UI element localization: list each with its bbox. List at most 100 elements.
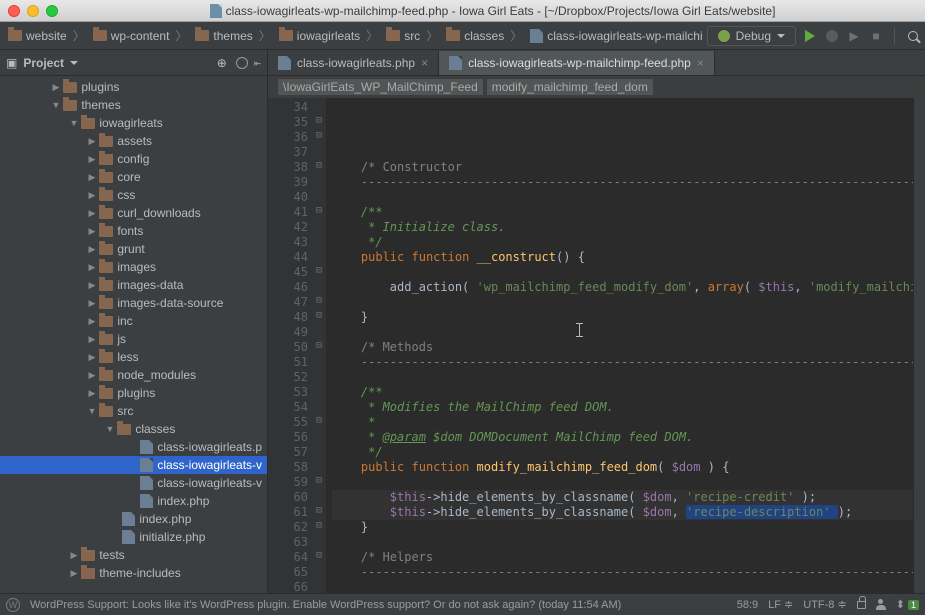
tree-file[interactable]: initialize.php xyxy=(0,528,267,546)
zoom-window-button[interactable] xyxy=(46,5,58,17)
breadcrumb-item[interactable]: src〉 xyxy=(382,25,442,46)
line-number[interactable]: 36 xyxy=(268,130,308,145)
code-line[interactable] xyxy=(332,325,913,340)
fold-column[interactable]: ⊟⊟⊟⊟⊟⊟⊟⊟⊟⊟⊟⊟⊟ xyxy=(312,98,326,593)
line-number[interactable]: 37 xyxy=(268,145,308,160)
stop-button[interactable]: ■ xyxy=(868,28,884,44)
wordpress-icon[interactable]: W xyxy=(6,598,20,612)
code-line[interactable]: public function __construct() { xyxy=(332,250,913,265)
tree-folder[interactable]: ▶ config xyxy=(0,150,267,168)
fold-toggle[interactable]: ⊟ xyxy=(312,293,326,308)
line-number[interactable]: 43 xyxy=(268,235,308,250)
fold-toggle[interactable]: ⊟ xyxy=(312,503,326,518)
line-number-gutter[interactable]: 3435363738394041424344454647484950515253… xyxy=(268,98,312,593)
tree-folder[interactable]: ▶ images xyxy=(0,258,267,276)
search-everywhere-button[interactable] xyxy=(905,28,921,44)
tree-folder[interactable]: ▶ curl_downloads xyxy=(0,204,267,222)
tree-folder[interactable]: ▶ plugins xyxy=(0,384,267,402)
tree-folder[interactable]: ▼ classes xyxy=(0,420,267,438)
close-icon[interactable]: × xyxy=(421,56,428,70)
tree-file[interactable]: index.php xyxy=(0,492,267,510)
code-line[interactable]: * @param $dom DOMDocument MailChimp feed… xyxy=(332,430,913,445)
tree-file[interactable]: class-iowagirleats-v xyxy=(0,456,267,474)
line-number[interactable]: 41 xyxy=(268,205,308,220)
line-number[interactable]: 57 xyxy=(268,445,308,460)
tree-arrow[interactable]: ▼ xyxy=(86,406,98,416)
line-number[interactable]: 54 xyxy=(268,400,308,415)
tree-arrow[interactable]: ▶ xyxy=(86,262,98,273)
code-line[interactable]: ----------------------------------------… xyxy=(332,565,913,580)
line-number[interactable]: 49 xyxy=(268,325,308,340)
code-line[interactable] xyxy=(332,370,913,385)
tree-arrow[interactable]: ▶ xyxy=(86,226,98,237)
tree-file[interactable]: index.php xyxy=(0,510,267,528)
debug-button[interactable] xyxy=(824,28,840,44)
tree-file[interactable]: class-iowagirleats-v xyxy=(0,474,267,492)
fold-toggle[interactable]: ⊟ xyxy=(312,158,326,173)
run-button[interactable] xyxy=(802,28,818,44)
chevron-down-icon[interactable] xyxy=(70,61,78,65)
line-number[interactable]: 47 xyxy=(268,295,308,310)
line-number[interactable]: 40 xyxy=(268,190,308,205)
code-line[interactable]: * Modifies the MailChimp feed DOM. xyxy=(332,400,913,415)
tree-folder[interactable]: ▶ assets xyxy=(0,132,267,150)
breadcrumb-item[interactable]: website〉 xyxy=(4,25,89,46)
tree-arrow[interactable]: ▶ xyxy=(68,568,80,579)
line-number[interactable]: 45 xyxy=(268,265,308,280)
tree-arrow[interactable]: ▶ xyxy=(86,208,98,219)
tree-folder[interactable]: ▶ fonts xyxy=(0,222,267,240)
line-number[interactable]: 61 xyxy=(268,505,308,520)
git-branch-indicator[interactable]: ⬍ 1 xyxy=(896,598,919,611)
breadcrumb-item[interactable]: iowagirleats〉 xyxy=(275,25,382,46)
fold-toggle[interactable]: ⊟ xyxy=(312,128,326,143)
line-number[interactable]: 56 xyxy=(268,430,308,445)
tree-arrow[interactable]: ▶ xyxy=(86,190,98,201)
line-number[interactable]: 59 xyxy=(268,475,308,490)
tree-arrow[interactable]: ▼ xyxy=(68,118,80,128)
error-stripe[interactable] xyxy=(913,98,925,593)
status-message[interactable]: WordPress Support: Looks like it's WordP… xyxy=(30,599,621,611)
line-number[interactable]: 48 xyxy=(268,310,308,325)
line-number[interactable]: 64 xyxy=(268,550,308,565)
gear-icon[interactable] xyxy=(236,57,248,69)
tree-folder[interactable]: ▶ theme-includes xyxy=(0,564,267,582)
line-number[interactable]: 65 xyxy=(268,565,308,580)
tree-arrow[interactable]: ▶ xyxy=(86,298,98,309)
function-crumb[interactable]: modify_mailchimp_feed_dom xyxy=(487,79,653,95)
tree-arrow[interactable]: ▶ xyxy=(68,550,80,561)
code-line[interactable] xyxy=(332,145,913,160)
tree-folder[interactable]: ▼ iowagirleats xyxy=(0,114,267,132)
line-number[interactable]: 39 xyxy=(268,175,308,190)
line-number[interactable]: 53 xyxy=(268,385,308,400)
line-number[interactable]: 62 xyxy=(268,520,308,535)
code-line[interactable]: /* Helpers xyxy=(332,550,913,565)
coverage-button[interactable]: ▶ xyxy=(846,28,862,44)
tree-arrow[interactable]: ▶ xyxy=(86,370,98,381)
editor-breadcrumbs[interactable]: \IowaGirlEats_WP_MailChimp_Feed modify_m… xyxy=(268,76,925,98)
close-icon[interactable]: × xyxy=(697,56,704,70)
code-line[interactable]: * xyxy=(332,415,913,430)
project-tree[interactable]: ▶ plugins▼ themes▼ iowagirleats▶ assets▶… xyxy=(0,76,267,593)
breadcrumb-item[interactable]: classes〉 xyxy=(442,25,526,46)
code-line[interactable]: $this->hide_elements_by_classname( $dom,… xyxy=(332,490,913,505)
tree-folder[interactable]: ▶ plugins xyxy=(0,78,267,96)
fold-toggle[interactable]: ⊟ xyxy=(312,413,326,428)
fold-toggle[interactable]: ⊟ xyxy=(312,518,326,533)
line-number[interactable]: 52 xyxy=(268,370,308,385)
code-line[interactable]: /** xyxy=(332,385,913,400)
line-number[interactable]: 58 xyxy=(268,460,308,475)
breadcrumb-item[interactable]: wp-content〉 xyxy=(89,25,192,46)
code-line[interactable]: /* Constructor xyxy=(332,160,913,175)
line-number[interactable]: 38 xyxy=(268,160,308,175)
fold-toggle[interactable]: ⊟ xyxy=(312,473,326,488)
project-tool-header[interactable]: ▣ Project ⊕ ⇤ xyxy=(0,50,267,76)
tree-arrow[interactable]: ▶ xyxy=(86,352,98,363)
tree-arrow[interactable]: ▼ xyxy=(50,100,62,110)
tree-arrow[interactable]: ▶ xyxy=(86,136,98,147)
tree-folder[interactable]: ▶ js xyxy=(0,330,267,348)
code-line[interactable]: } xyxy=(332,520,913,535)
code-editor[interactable]: /* Constructor -------------------------… xyxy=(326,98,913,593)
tree-folder[interactable]: ▶ inc xyxy=(0,312,267,330)
close-window-button[interactable] xyxy=(8,5,20,17)
fold-toggle[interactable]: ⊟ xyxy=(312,548,326,563)
